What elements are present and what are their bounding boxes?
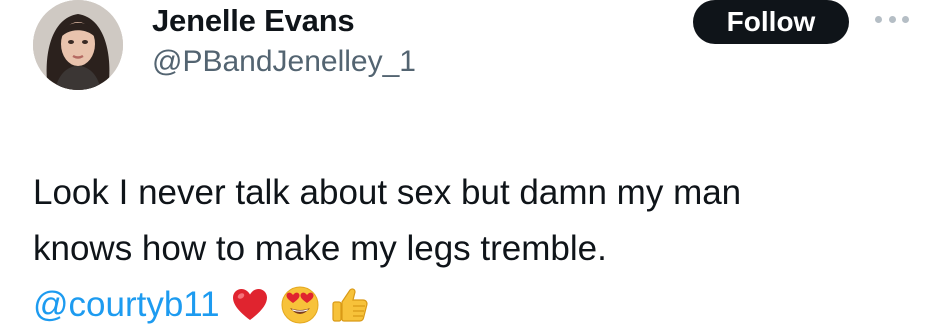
tweet-text-line: knows how to make my legs tremble. xyxy=(33,229,607,268)
more-dot xyxy=(902,15,909,23)
avatar[interactable] xyxy=(33,0,123,90)
more-dot xyxy=(875,15,882,23)
thumbs-up-icon xyxy=(330,285,370,325)
heart-eyes-face-icon xyxy=(280,285,320,325)
red-heart-icon xyxy=(230,285,270,325)
author-handle[interactable]: @PBandJenelley_1 xyxy=(152,45,416,79)
more-dot xyxy=(888,15,896,23)
follow-button[interactable]: Follow xyxy=(693,0,849,44)
tweet-text: Look I never talk about sex but damn my … xyxy=(33,165,913,333)
mention-link[interactable]: @courtyb11 xyxy=(33,277,220,333)
tweet-text-line: Look I never talk about sex but damn my … xyxy=(33,173,742,212)
author-display-name[interactable]: Jenelle Evans xyxy=(152,3,355,39)
more-options-icon[interactable] xyxy=(875,13,909,25)
tweet-mention-line: @courtyb11 xyxy=(33,277,913,333)
